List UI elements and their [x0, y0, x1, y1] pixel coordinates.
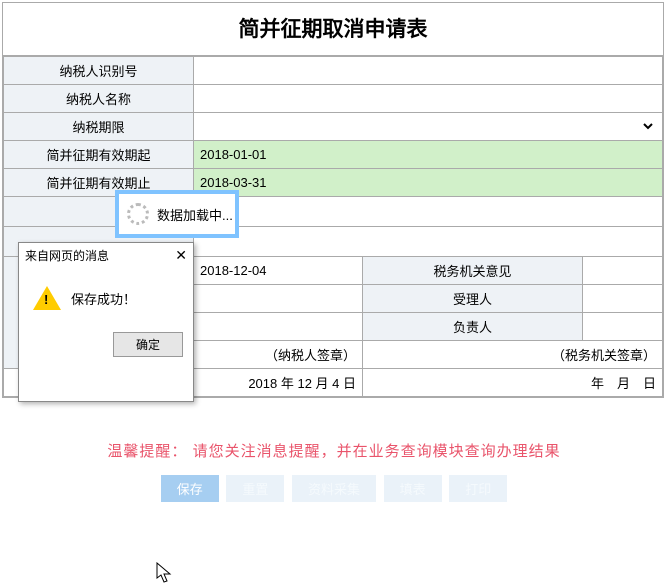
value-taxpayer-id	[194, 57, 663, 85]
value-handler	[194, 285, 363, 313]
mouse-cursor-icon	[156, 562, 174, 584]
tax-sign: （税务机关签章）	[363, 341, 663, 369]
value-taxpayer-name	[194, 85, 663, 113]
dialog-body: 保存成功！	[19, 268, 193, 320]
label-taxpayer-name: 纳税人名称	[4, 85, 194, 113]
spinner-icon	[127, 203, 149, 225]
label-taxpayer-id: 纳税人识别号	[4, 57, 194, 85]
tax-date: 年 月 日	[363, 369, 663, 397]
reset-button[interactable]: 重置	[226, 475, 284, 502]
save-button[interactable]: 保存	[161, 475, 219, 502]
loading-box: 数据加载中...	[115, 190, 239, 238]
reminder-prefix: 温馨提醒：	[107, 443, 187, 460]
collect-button[interactable]: 资料采集	[292, 475, 376, 502]
value-manager	[194, 313, 363, 341]
taxpayer-date: 2018 年 12 月 4 日	[194, 369, 363, 397]
fill-button[interactable]: 填表	[384, 475, 442, 502]
value-manager-2	[583, 313, 663, 341]
label-manager: 负责人	[363, 313, 583, 341]
dialog-footer: 确定	[19, 320, 193, 365]
loading-text: 数据加载中...	[157, 205, 233, 224]
value-tax-opinion	[583, 257, 663, 285]
ok-button[interactable]: 确定	[113, 332, 183, 357]
value-valid-to: 2018-03-31	[194, 169, 663, 197]
tax-period-select[interactable]	[200, 118, 656, 135]
reminder-body: 请您关注消息提醒，并在业务查询模块查询办理结果	[193, 443, 561, 460]
label-tax-period: 纳税期限	[4, 113, 194, 141]
close-icon[interactable]: ✕	[175, 247, 187, 264]
dialog-title: 来自网页的消息	[25, 247, 109, 264]
value-valid-from: 2018-01-01	[194, 141, 663, 169]
message-dialog: 来自网页的消息 ✕ 保存成功！ 确定	[18, 242, 194, 402]
button-bar: 保存 重置 资料采集 填表 打印	[0, 475, 668, 510]
print-button[interactable]: 打印	[449, 475, 507, 502]
value-apply-date: 2018-12-04	[194, 257, 363, 285]
cell-empty-2	[194, 227, 663, 257]
label-valid-from: 简并征期有效期起	[4, 141, 194, 169]
value-handler-2	[583, 285, 663, 313]
taxpayer-sign: （纳税人签章）	[194, 341, 363, 369]
page-title: 简并征期取消申请表	[3, 3, 663, 56]
label-tax-opinion: 税务机关意见	[363, 257, 583, 285]
label-handler: 受理人	[363, 285, 583, 313]
warning-icon	[33, 286, 61, 310]
dialog-header: 来自网页的消息 ✕	[19, 243, 193, 268]
dialog-message: 保存成功！	[71, 289, 136, 308]
cell-tax-period	[194, 113, 663, 141]
reminder-text: 温馨提醒： 请您关注消息提醒，并在业务查询模块查询办理结果	[0, 400, 668, 475]
cell-empty-1	[194, 197, 663, 227]
